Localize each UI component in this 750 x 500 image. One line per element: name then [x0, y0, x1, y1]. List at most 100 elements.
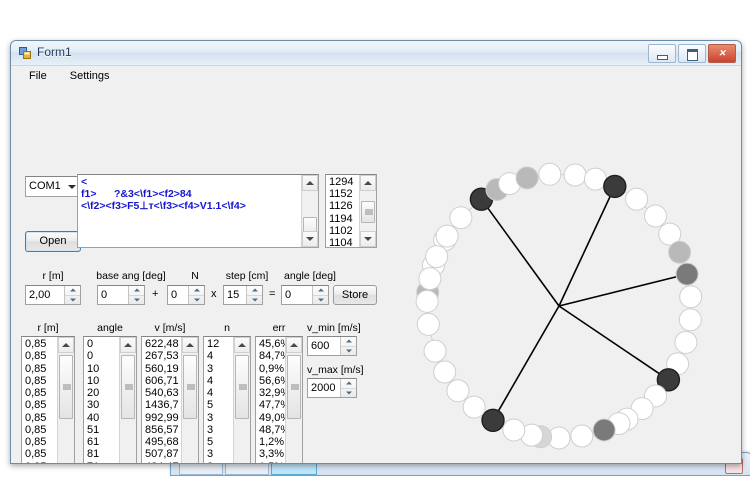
- list-scroll-thumb-r[interactable]: [59, 355, 73, 419]
- ring-node[interactable]: [593, 419, 615, 441]
- list-column-r[interactable]: 0,85 0,85 0,85 0,85 0,85 0,85 0,85 0,85 …: [21, 336, 75, 464]
- list-scrollbar-err[interactable]: [285, 337, 302, 464]
- ring-node[interactable]: [436, 225, 458, 247]
- list-items-n: 12 4 3 4 4 5 3 3 5 3 2 4 4 3 4 3: [207, 338, 219, 464]
- list-scrollbar-r[interactable]: [57, 337, 74, 464]
- v-min-stepper[interactable]: 600: [307, 336, 357, 356]
- maximize-button[interactable]: [678, 44, 706, 63]
- close-icon: ✕: [718, 49, 726, 57]
- v-max-value[interactable]: 2000: [308, 379, 340, 397]
- chevron-down-icon: [68, 185, 76, 189]
- list-scroll-thumb-n[interactable]: [235, 355, 249, 419]
- raw-values-scroll-thumb[interactable]: [361, 201, 375, 223]
- list-scrollbar-angle[interactable]: [119, 337, 136, 464]
- menu-bar: File Settings: [11, 66, 741, 88]
- ring-node[interactable]: [426, 246, 448, 268]
- sensor-ring-diagram[interactable]: [379, 154, 739, 462]
- open-button[interactable]: Open: [25, 231, 81, 252]
- minimize-button[interactable]: [648, 44, 676, 63]
- scroll-up-icon[interactable]: [360, 175, 376, 191]
- v-min-label: v_min [m/s]: [307, 322, 373, 334]
- ring-node[interactable]: [447, 380, 469, 402]
- ring-node[interactable]: [676, 263, 698, 285]
- ring-node[interactable]: [450, 207, 472, 229]
- step-value[interactable]: 15: [224, 286, 246, 304]
- list-scroll-thumb-v[interactable]: [183, 355, 197, 419]
- ring-node[interactable]: [434, 361, 456, 383]
- window-buttons: ✕: [648, 44, 736, 63]
- window-title: Form1: [37, 45, 72, 59]
- raw-values-scrollbar[interactable]: [359, 175, 376, 247]
- close-button[interactable]: ✕: [708, 44, 736, 63]
- v-max-stepper[interactable]: 2000: [307, 378, 357, 398]
- store-button[interactable]: Store: [333, 285, 377, 305]
- r-value[interactable]: 2,00: [26, 286, 64, 304]
- list-scrollbar-v[interactable]: [181, 337, 198, 464]
- list-scroll-thumb-angle[interactable]: [121, 355, 135, 419]
- step-stepper[interactable]: 15: [223, 285, 263, 305]
- ring-node[interactable]: [482, 409, 504, 431]
- ring-node[interactable]: [516, 167, 538, 189]
- angle-stepper[interactable]: 0: [281, 285, 329, 305]
- raw-values-list[interactable]: 1294 1152 1126 1194 1102 1104: [325, 174, 377, 248]
- ring-node[interactable]: [503, 419, 525, 441]
- column-header-n: n: [203, 322, 251, 334]
- serial-console-textbox[interactable]: < f1> ?&3<\f1><f2>84 <\f2><f3>F5⊥ᴛ<\f3><…: [77, 174, 319, 248]
- equals-operator: =: [269, 288, 275, 300]
- ring-node[interactable]: [679, 309, 701, 331]
- ring-node[interactable]: [680, 286, 702, 308]
- list-scrollbar-n[interactable]: [233, 337, 250, 464]
- list-column-angle[interactable]: 0 0 10 10 20 30 40 51 61 81 71 91 101 11…: [83, 336, 137, 464]
- plus-operator: +: [152, 288, 158, 300]
- scroll-up-icon[interactable]: [58, 337, 74, 353]
- com-port-select[interactable]: COM1: [25, 176, 81, 197]
- n-label: N: [175, 270, 215, 282]
- ring-node[interactable]: [675, 331, 697, 353]
- title-bar[interactable]: Form1 ✕: [11, 41, 741, 66]
- ring-node[interactable]: [584, 168, 606, 190]
- times-operator: x: [211, 288, 217, 300]
- scroll-up-icon[interactable]: [120, 337, 136, 353]
- scroll-up-icon[interactable]: [286, 337, 302, 353]
- ring-node[interactable]: [424, 340, 446, 362]
- ring-node[interactable]: [626, 188, 648, 210]
- scroll-up-icon[interactable]: [302, 175, 318, 191]
- base-ang-stepper[interactable]: 0: [97, 285, 145, 305]
- ring-node[interactable]: [419, 268, 441, 290]
- ring-node[interactable]: [564, 164, 586, 186]
- main-window: Form1 ✕ File Settings COM1 Open < f1> ?&…: [10, 40, 742, 464]
- spoke-line: [559, 274, 687, 306]
- ring-node[interactable]: [463, 396, 485, 418]
- console-scrollbar[interactable]: [301, 175, 318, 247]
- v-max-label: v_max [m/s]: [307, 364, 375, 376]
- menu-item-file[interactable]: File: [19, 68, 57, 84]
- ring-node[interactable]: [604, 175, 626, 197]
- ring-node[interactable]: [571, 425, 593, 447]
- ring-node[interactable]: [669, 241, 691, 263]
- ring-node[interactable]: [645, 205, 667, 227]
- ring-node[interactable]: [417, 313, 439, 335]
- list-column-v[interactable]: 622,48 267,53 560,19 606,71 540,63 1436,…: [141, 336, 199, 464]
- angle-value[interactable]: 0: [282, 286, 312, 304]
- v-min-value[interactable]: 600: [308, 337, 340, 355]
- list-scroll-thumb-err[interactable]: [287, 355, 301, 419]
- base-ang-value[interactable]: 0: [98, 286, 128, 304]
- ring-node[interactable]: [539, 163, 561, 185]
- list-column-n[interactable]: 12 4 3 4 4 5 3 3 5 3 2 4 4 3 4 3: [203, 336, 251, 464]
- scroll-down-icon[interactable]: [360, 231, 376, 247]
- angle-label: angle [deg]: [279, 270, 341, 282]
- column-header-err: err: [255, 322, 303, 334]
- list-column-err[interactable]: 45,6% 84,7% 0,9% 56,6% 32,9% 47,7% 49,0%…: [255, 336, 303, 464]
- r-stepper[interactable]: 2,00: [25, 285, 81, 305]
- ring-node[interactable]: [416, 290, 438, 312]
- column-header-angle: angle: [83, 322, 137, 334]
- base-ang-label: base ang [deg]: [93, 270, 169, 282]
- scroll-up-icon[interactable]: [182, 337, 198, 353]
- scroll-down-icon[interactable]: [302, 231, 318, 247]
- form-app-icon: [19, 47, 31, 59]
- scroll-up-icon[interactable]: [234, 337, 250, 353]
- n-stepper[interactable]: 0: [167, 285, 205, 305]
- menu-item-settings[interactable]: Settings: [60, 68, 120, 84]
- n-value[interactable]: 0: [168, 286, 188, 304]
- column-header-r: r [m]: [21, 322, 75, 334]
